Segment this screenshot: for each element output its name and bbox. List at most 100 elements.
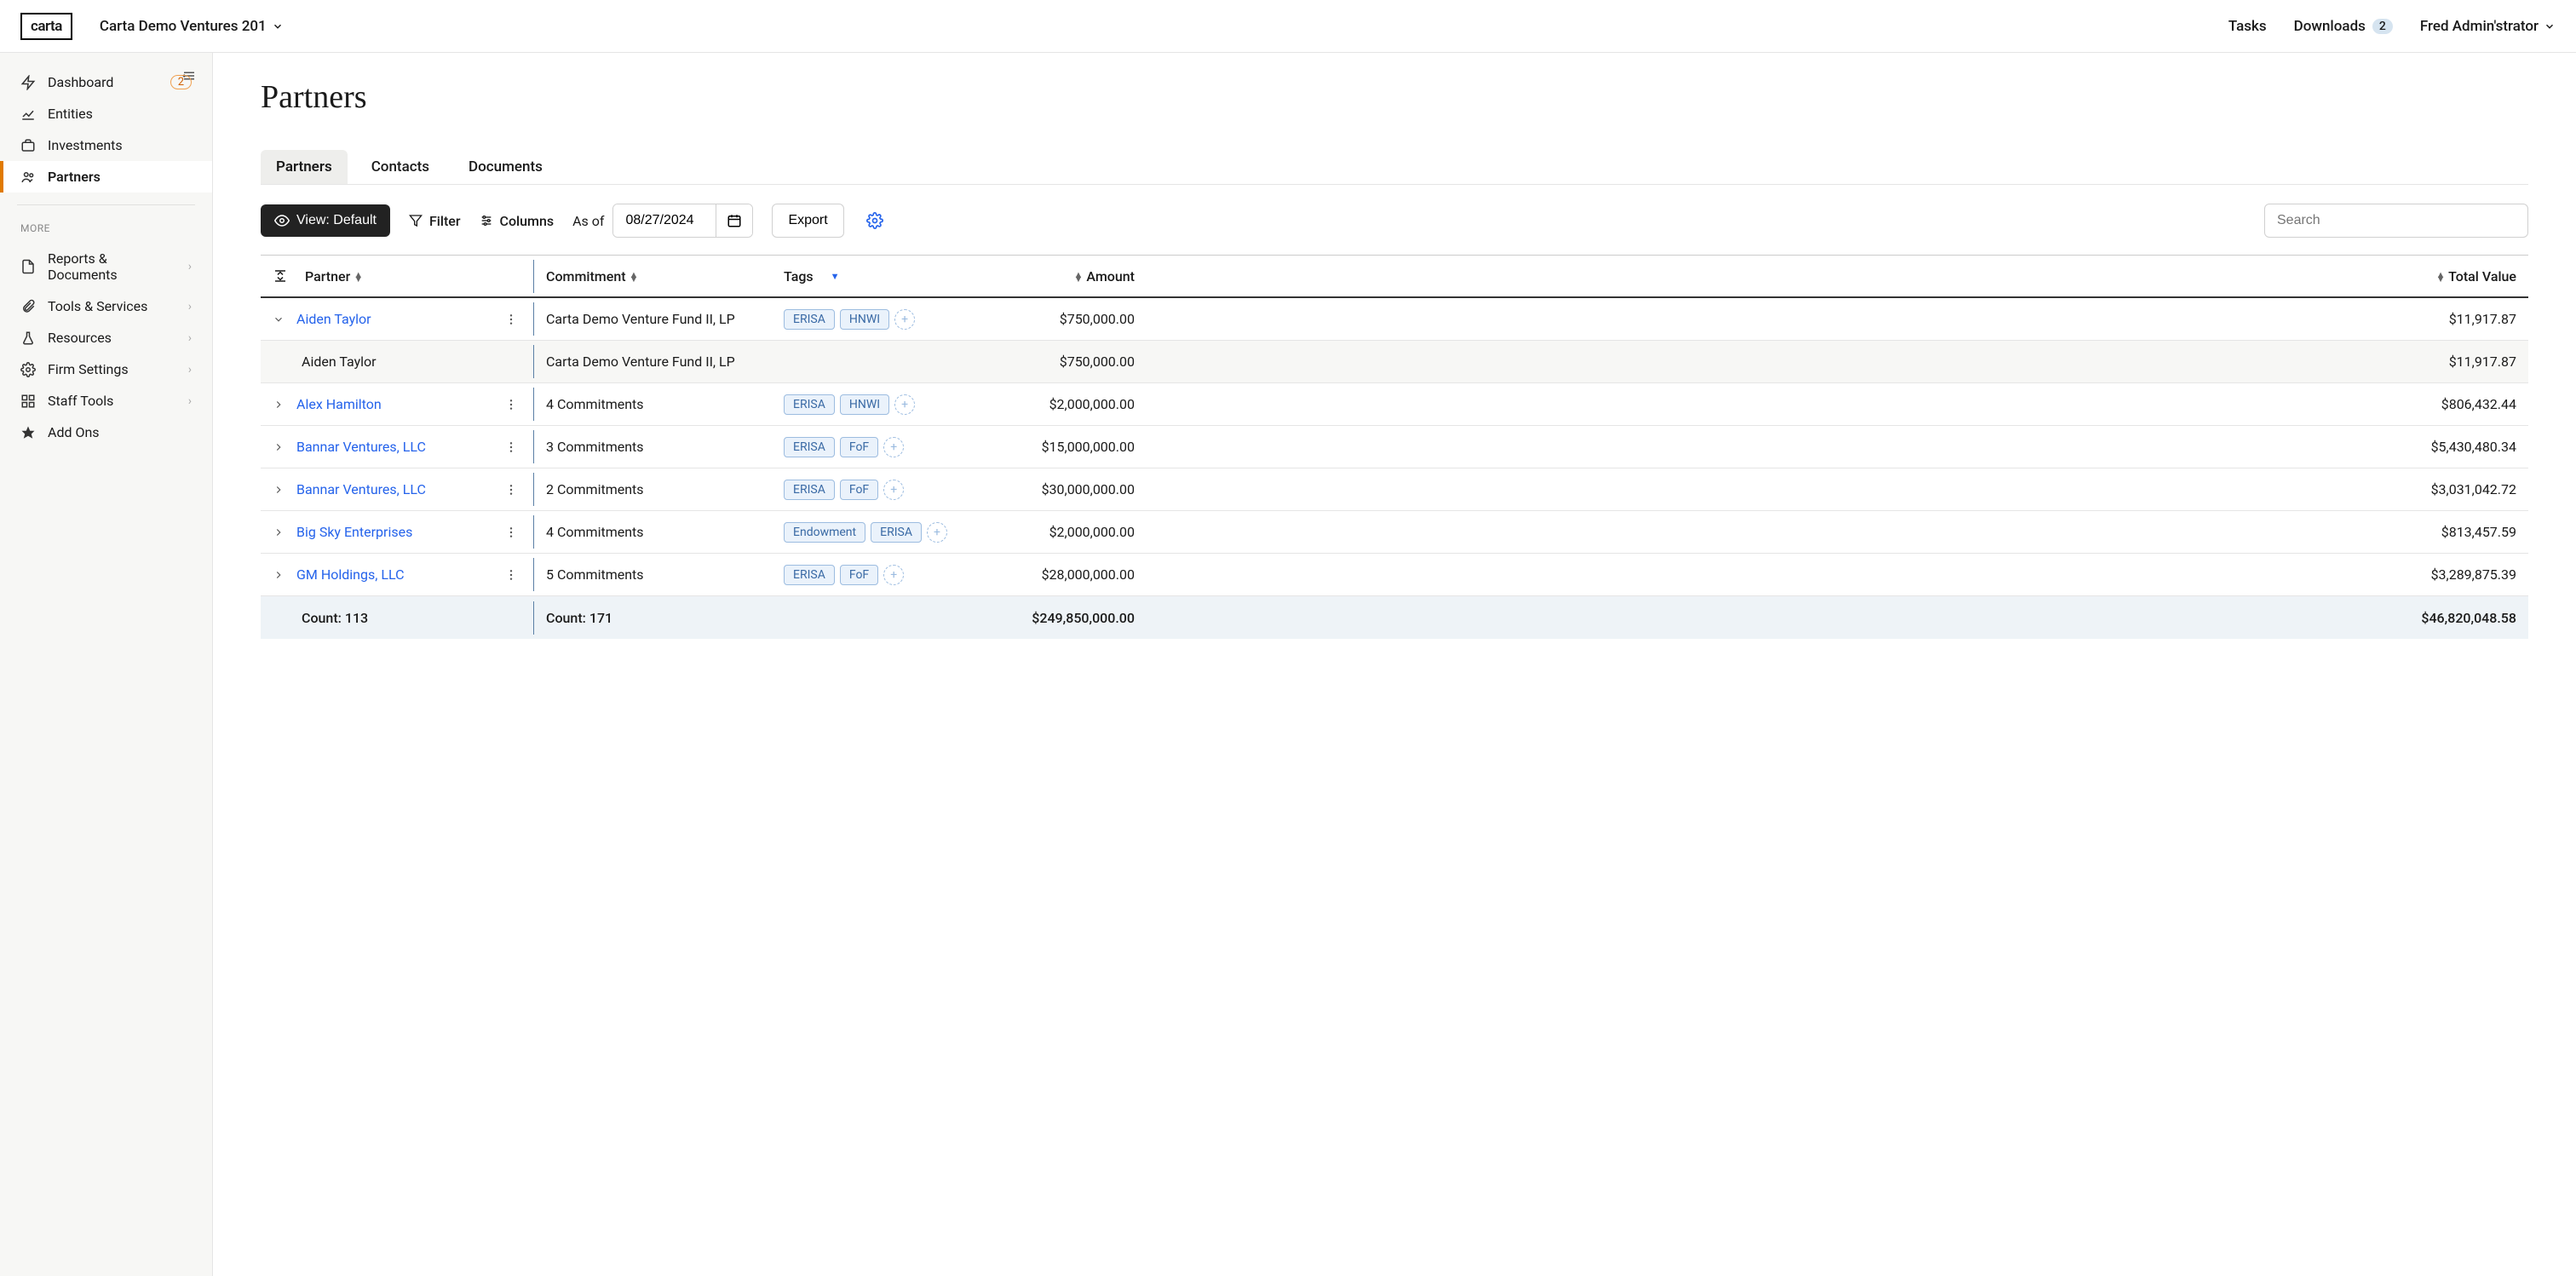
lightning-icon <box>20 75 36 90</box>
sidebar-item-addons[interactable]: Add Ons <box>0 417 212 448</box>
total-cell: $813,457.59 <box>1147 515 2528 549</box>
amount-cell: $15,000,000.00 <box>976 430 1147 463</box>
sidebar-item-tools[interactable]: Tools & Services › <box>0 290 212 322</box>
logo[interactable]: carta <box>20 13 72 40</box>
add-tag-button[interactable]: + <box>894 309 915 330</box>
expand-row-icon[interactable] <box>273 569 286 581</box>
sidebar-item-resources[interactable]: Resources › <box>0 322 212 353</box>
expand-row-icon[interactable] <box>273 441 286 453</box>
table-row: Aiden Taylor Carta Demo Venture Fund II,… <box>261 298 2528 341</box>
sidebar-label: Resources <box>48 330 112 346</box>
total-cell: $3,289,875.39 <box>1147 558 2528 591</box>
sidebar-item-investments[interactable]: Investments <box>0 129 212 161</box>
gear-icon <box>20 362 36 377</box>
tab-bar: Partners Contacts Documents <box>261 150 2528 185</box>
tags-cell: ERISAFoF+ <box>772 471 976 509</box>
sort-icon: ▲▼ <box>1074 273 1084 281</box>
col-header-tags[interactable]: Tags ▼ <box>772 260 976 293</box>
footer-total-sum: $46,820,048.58 <box>1147 601 2528 635</box>
sidebar-item-reports[interactable]: Reports & Documents › <box>0 243 212 290</box>
tag-pill[interactable]: ERISA <box>784 437 835 457</box>
partner-name-link[interactable]: Big Sky Enterprises <box>296 524 412 540</box>
chart-icon <box>20 106 36 122</box>
sort-icon: ▲▼ <box>630 273 639 281</box>
settings-button[interactable] <box>863 209 887 233</box>
calendar-icon <box>727 213 742 228</box>
filter-button[interactable]: Filter <box>409 213 461 229</box>
amount-cell: $30,000,000.00 <box>976 473 1147 506</box>
partner-name-link[interactable]: Bannar Ventures, LLC <box>296 439 426 455</box>
col-header-total[interactable]: ▲▼ Total Value <box>1147 260 2528 293</box>
expand-row-icon[interactable] <box>273 526 286 538</box>
chevron-down-icon <box>272 20 284 32</box>
sort-icon: ▲▼ <box>354 273 363 281</box>
tag-pill[interactable]: FoF <box>840 437 878 457</box>
amount-cell: $750,000.00 <box>976 345 1147 378</box>
amount-cell: $28,000,000.00 <box>976 558 1147 591</box>
partner-name-link[interactable]: Alex Hamilton <box>296 396 382 412</box>
org-selector[interactable]: Carta Demo Ventures 201 <box>100 18 284 35</box>
partner-name-link[interactable]: Bannar Ventures, LLC <box>296 481 426 497</box>
row-menu-button[interactable] <box>501 437 521 457</box>
col-header-amount[interactable]: ▲▼ Amount <box>976 260 1147 293</box>
tasks-link[interactable]: Tasks <box>2228 18 2267 35</box>
amount-cell: $2,000,000.00 <box>976 388 1147 421</box>
row-menu-button[interactable] <box>501 565 521 585</box>
export-button[interactable]: Export <box>772 204 843 238</box>
sidebar-item-dashboard[interactable]: Dashboard 2 <box>0 66 212 98</box>
tag-pill[interactable]: ERISA <box>871 522 922 543</box>
view-button[interactable]: View: Default <box>261 204 390 237</box>
user-menu[interactable]: Fred Admin'strator <box>2420 18 2556 35</box>
commitment-cell: 2 Commitments <box>533 473 772 506</box>
sidebar-item-entities[interactable]: Entities <box>0 98 212 129</box>
sidebar-section-more: MORE <box>0 217 212 243</box>
tag-pill[interactable]: HNWI <box>840 309 889 330</box>
date-input[interactable] <box>613 204 716 237</box>
partner-name-link[interactable]: GM Holdings, LLC <box>296 566 405 583</box>
downloads-link[interactable]: Downloads 2 <box>2294 18 2393 35</box>
sidebar-item-firm-settings[interactable]: Firm Settings › <box>0 353 212 385</box>
tag-pill[interactable]: HNWI <box>840 394 889 415</box>
add-tag-button[interactable]: + <box>894 394 915 415</box>
col-header-commitment[interactable]: Commitment ▲▼ <box>533 260 772 293</box>
row-menu-button[interactable] <box>501 394 521 415</box>
flask-icon <box>20 330 36 346</box>
add-tag-button[interactable]: + <box>883 565 904 585</box>
tag-pill[interactable]: FoF <box>840 480 878 500</box>
tag-pill[interactable]: ERISA <box>784 309 835 330</box>
columns-button[interactable]: Columns <box>480 213 555 229</box>
sliders-icon <box>480 214 493 227</box>
row-menu-button[interactable] <box>501 480 521 500</box>
sidebar-badge: 2 <box>170 75 192 89</box>
search-input[interactable] <box>2264 204 2528 238</box>
add-tag-button[interactable]: + <box>883 480 904 500</box>
total-cell: $11,917.87 <box>1147 345 2528 378</box>
tag-pill[interactable]: ERISA <box>784 565 835 585</box>
tag-pill[interactable]: FoF <box>840 565 878 585</box>
tab-documents[interactable]: Documents <box>453 150 558 184</box>
sidebar-item-partners[interactable]: Partners <box>0 161 212 193</box>
expand-row-icon[interactable] <box>273 484 286 496</box>
sidebar-label: Staff Tools <box>48 393 113 409</box>
add-tag-button[interactable]: + <box>927 522 947 543</box>
header-amount-label: Amount <box>1086 268 1135 285</box>
tags-cell: ERISAHNWI+ <box>772 386 976 423</box>
partner-name-link[interactable]: Aiden Taylor <box>296 311 371 327</box>
sidebar-label: Firm Settings <box>48 361 129 377</box>
add-tag-button[interactable]: + <box>883 437 904 457</box>
row-menu-button[interactable] <box>501 309 521 330</box>
tag-pill[interactable]: ERISA <box>784 480 835 500</box>
tag-pill[interactable]: Endowment <box>784 522 865 543</box>
row-menu-button[interactable] <box>501 522 521 543</box>
header-commitment-label: Commitment <box>546 268 626 285</box>
tab-partners[interactable]: Partners <box>261 150 348 184</box>
sidebar-item-staff-tools[interactable]: Staff Tools › <box>0 385 212 417</box>
expand-collapse-all-icon[interactable] <box>273 268 288 284</box>
col-header-partner[interactable]: Partner▲▼ <box>261 260 533 293</box>
expand-row-icon[interactable] <box>273 399 286 411</box>
commitment-cell: Carta Demo Venture Fund II, LP <box>533 345 772 378</box>
calendar-button[interactable] <box>716 204 752 237</box>
tag-pill[interactable]: ERISA <box>784 394 835 415</box>
expand-row-icon[interactable] <box>273 313 286 325</box>
tab-contacts[interactable]: Contacts <box>356 150 445 184</box>
